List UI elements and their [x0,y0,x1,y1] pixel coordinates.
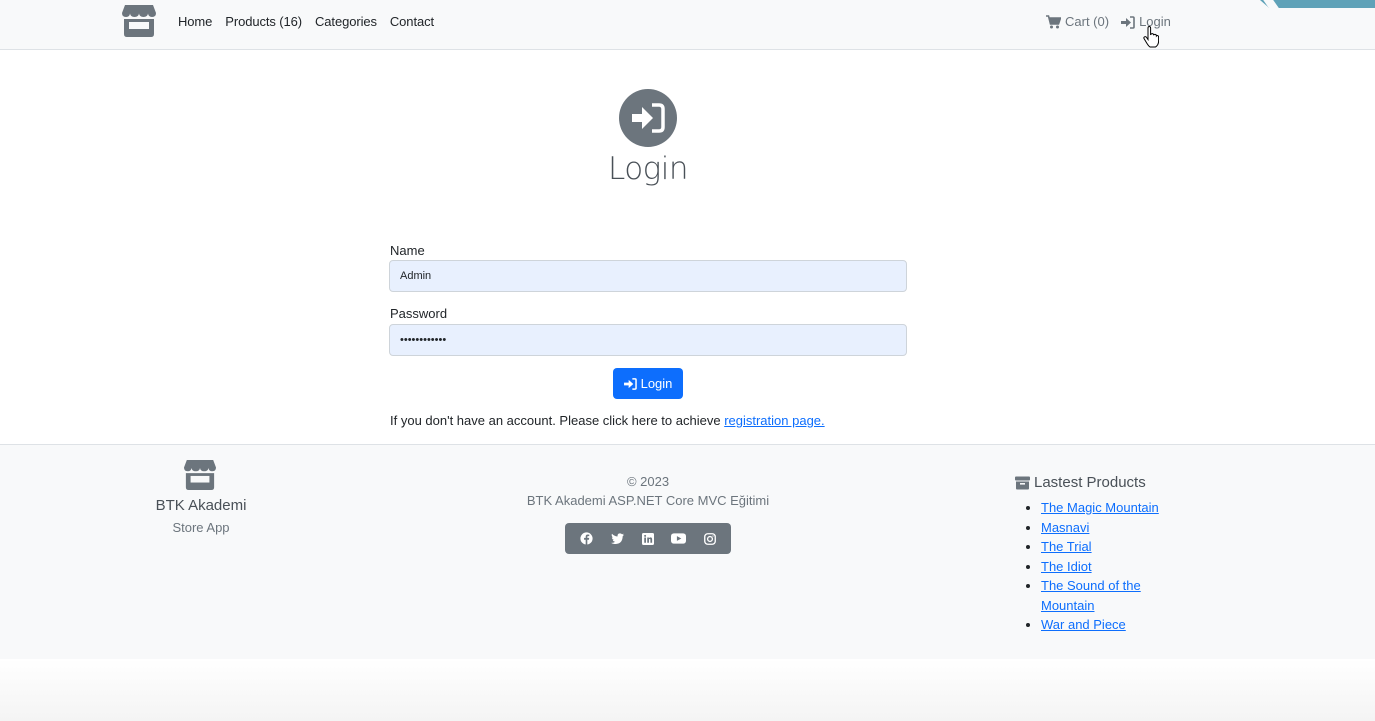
password-input[interactable] [389,324,907,356]
sign-in-icon [623,377,637,390]
twitter-icon[interactable] [607,529,627,549]
linkedin-icon[interactable] [638,529,658,549]
footer-brand-subtitle: Store App [172,520,230,535]
product-link[interactable]: The Trial [1041,539,1092,554]
list-item: War and Piece [1041,615,1176,635]
registration-link[interactable]: registration page. [724,413,824,428]
navbar: Home Products (16) Categories Contact Ca… [0,0,1375,50]
login-button[interactable]: Login [613,368,683,399]
register-prefix: If you don't have an account. Please cli… [390,413,725,428]
box-icon [1015,476,1030,489]
social-links [565,523,731,554]
register-hint: If you don't have an account. Please cli… [390,413,825,428]
nav-home[interactable]: Home [178,13,212,31]
product-link[interactable]: The Idiot [1041,559,1092,574]
footer-brand-name: BTK Akademi [155,497,247,514]
product-link[interactable]: Masnavi [1041,520,1089,535]
cart-link[interactable]: Cart (0) [1046,13,1109,31]
youtube-icon[interactable] [669,529,689,549]
list-item: The Trial [1041,537,1176,557]
list-item: Masnavi [1041,518,1176,538]
store-icon[interactable] [121,4,157,38]
login-badge-icon [619,89,677,147]
product-link[interactable]: The Magic Mountain [1041,500,1159,515]
sign-in-icon [1121,15,1135,29]
footer-school: BTK Akademi ASP.NET Core MVC Eğitimi [526,493,770,508]
latest-products-list: The Magic Mountain Masnavi The Trial The… [1041,498,1176,635]
password-label: Password [390,306,448,321]
login-button-label: Login [640,376,673,391]
cart-label: Cart (0) [1065,14,1110,29]
list-item: The Idiot [1041,557,1176,577]
product-link[interactable]: The Sound of the Mountain [1041,578,1141,613]
nav-products[interactable]: Products (16) [225,13,302,31]
list-item: The Magic Mountain [1041,498,1176,518]
page-bottom [0,659,1375,721]
list-item: The Sound of the Mountain [1041,576,1176,615]
hand-cursor-icon [1143,26,1159,48]
page-title: Login [607,151,689,187]
corner-decoration [1260,0,1375,8]
nav-categories[interactable]: Categories [315,13,377,31]
latest-products-heading: Lastest Products [1015,474,1146,491]
facebook-icon[interactable] [576,529,596,549]
product-link[interactable]: War and Piece [1041,617,1126,632]
store-icon [184,459,216,491]
footer: BTK Akademi Store App © 2023 BTK Akademi… [0,444,1375,659]
name-label: Name [390,243,425,258]
name-input[interactable] [389,260,907,292]
nav-contact[interactable]: Contact [390,13,434,31]
copyright: © 2023 [626,474,670,489]
instagram-icon[interactable] [700,529,720,549]
main-nav: Home Products (16) Categories Contact [178,13,434,31]
cart-icon [1046,15,1061,29]
latest-products-title: Lastest Products [1034,474,1146,491]
